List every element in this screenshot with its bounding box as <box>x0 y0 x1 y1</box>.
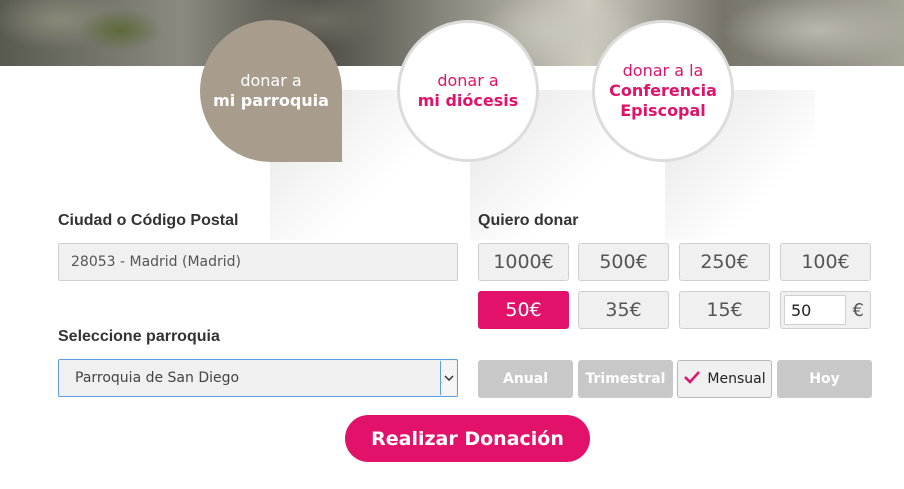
custom-amount-box: 50 € <box>780 291 871 329</box>
location-value: 28053 - Madrid (Madrid) <box>71 254 242 270</box>
tab-line2: mi diócesis <box>417 91 519 110</box>
tab-mi-parroquia[interactable]: donar a mi parroquia <box>200 20 342 162</box>
frequency-mensual[interactable]: Mensual <box>677 360 772 398</box>
amount-option[interactable]: 500€ <box>578 243 669 281</box>
amount-option[interactable]: 35€ <box>578 291 669 329</box>
tab-line2: Conferencia <box>609 81 717 100</box>
tab-line3: Episcopal <box>620 101 706 120</box>
frequency-anual[interactable]: Anual <box>478 360 573 398</box>
tab-line1: donar a la <box>622 61 704 80</box>
amount-option[interactable]: 15€ <box>679 291 770 329</box>
frequency-trimestral[interactable]: Trimestral <box>578 360 673 398</box>
currency-symbol: € <box>852 300 864 321</box>
amount-option[interactable]: 100€ <box>780 243 871 281</box>
tab-line2: mi parroquia <box>213 91 329 110</box>
donation-label: Quiero donar <box>478 212 579 229</box>
submit-donation-button[interactable]: Realizar Donación <box>345 415 590 462</box>
amount-option[interactable]: 1000€ <box>478 243 569 281</box>
tab-line1: donar a <box>437 71 499 90</box>
check-icon <box>683 370 701 388</box>
tab-mi-diocesis[interactable]: donar a mi diócesis <box>397 20 539 162</box>
chevron-down-icon[interactable] <box>440 361 456 395</box>
frequency-label: Mensual <box>707 371 766 387</box>
custom-amount-value: 50 <box>791 300 812 320</box>
frequency-hoy[interactable]: Hoy <box>777 360 872 398</box>
parish-select[interactable]: Parroquia de San Diego <box>58 359 458 397</box>
tab-line1: donar a <box>240 71 302 90</box>
amount-option-selected[interactable]: 50€ <box>478 291 569 329</box>
amount-option[interactable]: 250€ <box>679 243 770 281</box>
parish-selected-value: Parroquia de San Diego <box>75 370 240 386</box>
location-label: Ciudad o Código Postal <box>58 212 239 229</box>
parish-label: Seleccione parroquia <box>58 328 220 345</box>
custom-amount-input[interactable]: 50 <box>784 295 846 325</box>
tab-conferencia-episcopal[interactable]: donar a la Conferencia Episcopal <box>592 20 734 162</box>
location-input[interactable]: 28053 - Madrid (Madrid) <box>58 243 458 281</box>
